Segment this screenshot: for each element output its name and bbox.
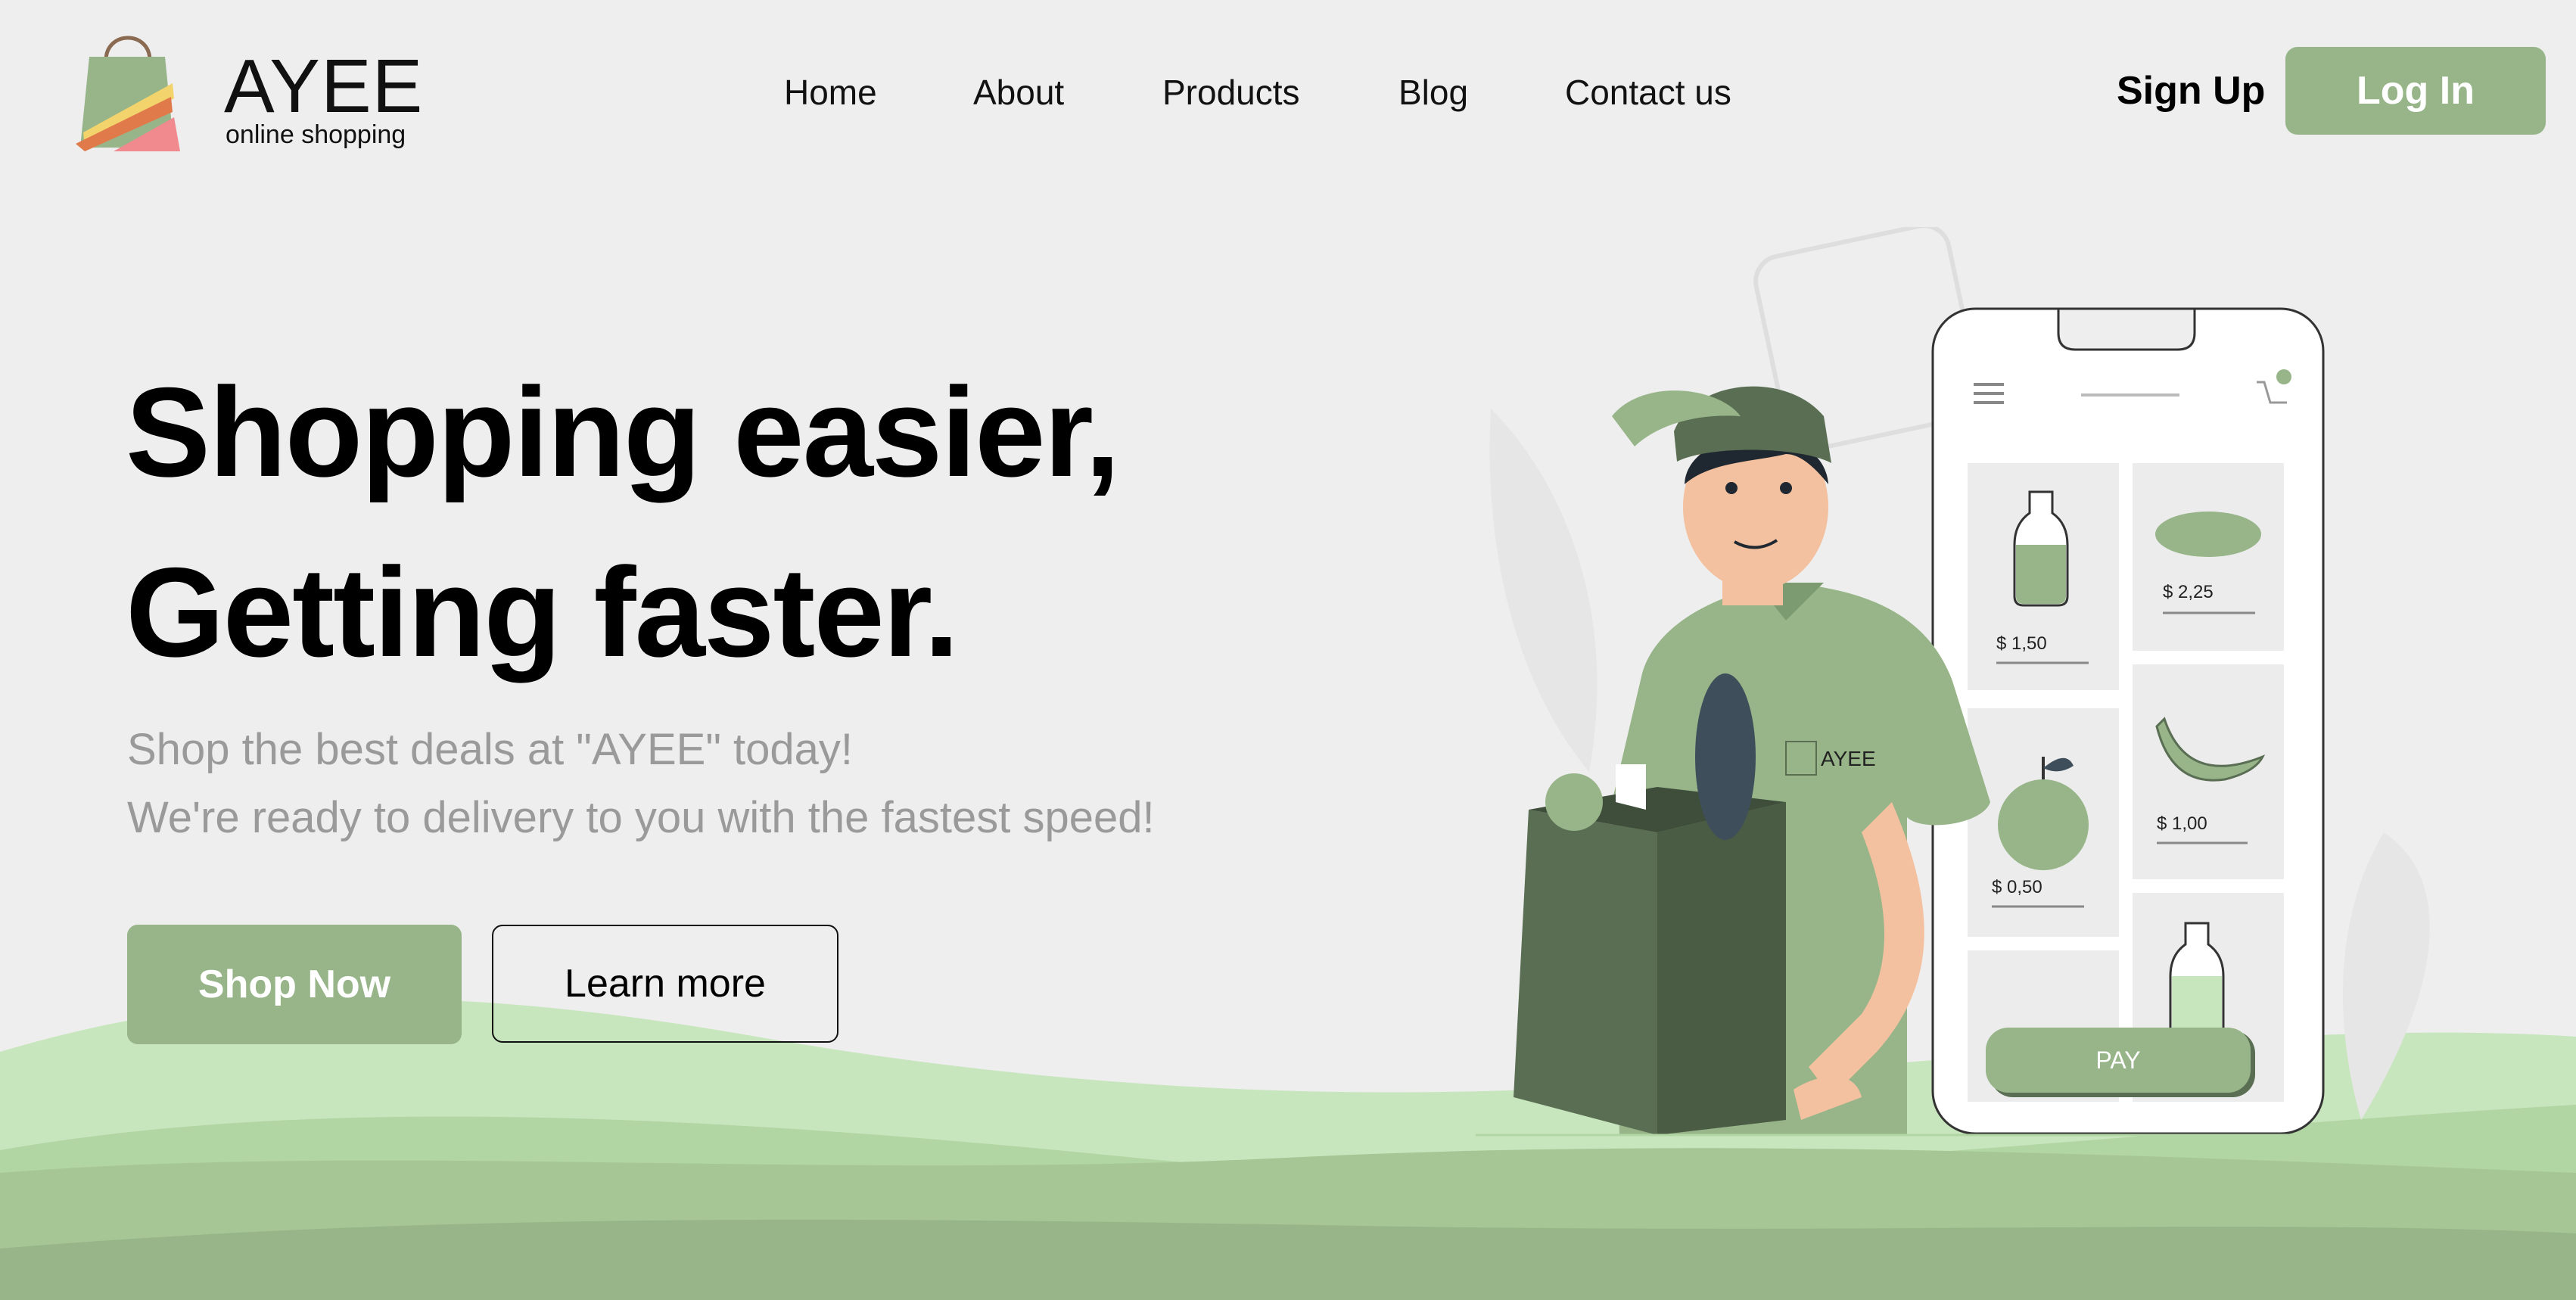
subtext-line-2: We're ready to delivery to you with the … [127, 793, 1155, 842]
pay-button: PAY [2095, 1047, 2140, 1074]
headline-line-2: Getting faster. [126, 541, 960, 683]
hero-subtext: Shop the best deals at "AYEE" today! We'… [127, 716, 1155, 852]
headline-line-1: Shopping easier, [126, 361, 1120, 503]
nav-home[interactable]: Home [784, 70, 877, 115]
price-label-1: $ 1,50 [1996, 633, 2047, 654]
nav-blog[interactable]: Blog [1398, 70, 1468, 115]
nav-about[interactable]: About [973, 70, 1064, 115]
shopping-bag-logo-icon [76, 36, 180, 151]
brand-tagline: online shopping [226, 120, 406, 149]
shirt-logo: AYEE [1821, 747, 1876, 770]
hero-headline: Shopping easier, Getting faster. [126, 342, 1120, 702]
shop-now-button[interactable]: Shop Now [127, 925, 462, 1044]
subtext-line-1: Shop the best deals at "AYEE" today! [127, 725, 854, 774]
price-label-2: $ 2,25 [2163, 582, 2214, 602]
nav-products[interactable]: Products [1162, 70, 1300, 115]
price-label-4: $ 1,00 [2157, 813, 2207, 834]
delivery-illustration: $ 1,50 $ 2,25 $ 0,50 $ 1,00 PAY AYEE [1476, 227, 2430, 1137]
brand-name: AYEE [224, 44, 424, 129]
learn-more-button[interactable]: Learn more [492, 925, 838, 1043]
brand-logo[interactable]: AYEE online shopping [74, 23, 422, 151]
nav-contact[interactable]: Contact us [1565, 70, 1731, 115]
login-button[interactable]: Log In [2285, 47, 2546, 135]
price-label-3: $ 0,50 [1992, 877, 2042, 897]
signup-link[interactable]: Sign Up [2117, 67, 2265, 115]
phone-mockup: $ 1,50 $ 2,25 $ 0,50 $ 1,00 PAY [1931, 307, 2325, 1135]
